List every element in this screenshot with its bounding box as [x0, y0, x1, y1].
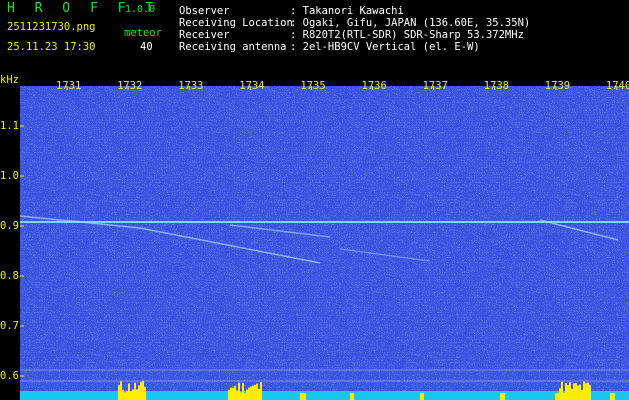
- app-version: 1.0.0: [125, 4, 156, 15]
- signal-bar: [565, 383, 567, 400]
- y-tick-label: 1.1: [0, 120, 19, 132]
- signal-bar: [232, 387, 234, 400]
- signal-bar: [300, 393, 306, 400]
- signal-bar: [136, 389, 138, 400]
- signal-bar: [420, 393, 424, 400]
- signal-bar: [124, 392, 126, 400]
- signal-bar: [250, 386, 252, 400]
- signal-bar: [585, 383, 587, 400]
- signal-bar: [561, 381, 563, 400]
- signal-bar: [252, 385, 254, 400]
- x-tick-label: 1739: [544, 80, 571, 92]
- signal-bar: [244, 393, 246, 400]
- y-tick-label: 0.9: [0, 220, 19, 232]
- signal-bar: [138, 385, 140, 400]
- x-tick-label: 1736: [361, 80, 387, 92]
- signal-bar: [120, 381, 122, 400]
- x-tick-label: 1734: [239, 80, 265, 92]
- baseline-bar: [20, 391, 629, 400]
- signal-bar: [134, 382, 136, 400]
- y-tick-label: 1.0: [0, 170, 19, 182]
- signal-bar: [234, 385, 236, 400]
- signal-bar: [254, 384, 256, 400]
- signal-bar: [238, 382, 240, 400]
- datetime: 25.11.23 17:30: [7, 41, 96, 53]
- x-tick-label: 1737: [422, 80, 448, 92]
- signal-bar: [128, 383, 130, 400]
- x-tick-label: 1731: [56, 80, 82, 92]
- signal-bar: [248, 387, 250, 400]
- signal-bar: [246, 389, 248, 400]
- signal-bar: [256, 383, 258, 400]
- signal-bar: [260, 382, 262, 400]
- signal-bar: [142, 380, 144, 400]
- meteor-count: 40: [140, 41, 153, 53]
- observer-label: Observer: [179, 5, 230, 17]
- antenna-value: : 2el-HB9CV Vertical (el. E-W): [290, 41, 480, 53]
- signal-bar: [583, 381, 585, 400]
- meteor-label: meteor: [124, 27, 162, 39]
- receiver-value: : R820T2(RTL-SDR) SDR-Sharp 53.372MHz: [290, 29, 524, 41]
- signal-bar: [589, 385, 591, 400]
- location-label: Receiving Location: [179, 17, 293, 29]
- observer-value: : Takanori Kawachi: [290, 5, 404, 17]
- receiver-label: Receiver: [179, 29, 230, 41]
- signal-bar: [573, 383, 575, 400]
- x-tick-label: 1735: [300, 80, 326, 92]
- signal-bar: [579, 384, 581, 400]
- signal-bar: [118, 384, 120, 400]
- signal-bar: [563, 392, 565, 400]
- antenna-label: Receiving antenna: [179, 41, 287, 53]
- signal-bar: [559, 388, 561, 400]
- signal-bar: [240, 392, 242, 400]
- signal-bar: [581, 389, 583, 400]
- signal-bar: [587, 382, 589, 400]
- noise-speckles: [20, 86, 629, 391]
- signal-bar: [242, 383, 244, 400]
- signal-bar: [130, 391, 132, 400]
- signal-bar: [557, 393, 559, 400]
- signal-bar: [500, 393, 505, 400]
- x-tick-label: 1740: [605, 80, 629, 92]
- y-tick-label: 0.7: [0, 320, 19, 332]
- location-value: : Ogaki, Gifu, JAPAN (136.60E, 35.35N): [290, 17, 531, 29]
- signal-bar: [567, 385, 569, 400]
- signal-bar: [571, 388, 573, 400]
- signal-bar: [122, 389, 124, 400]
- y-tick-label: 0.6: [0, 370, 19, 382]
- signal-bar: [350, 393, 354, 400]
- filename: 2511231730.png: [7, 21, 96, 33]
- signal-bar: [610, 393, 615, 400]
- y-tick-label: 0.8: [0, 270, 19, 282]
- signal-bar: [140, 382, 142, 400]
- signal-bar: [236, 390, 238, 400]
- signal-bar: [144, 386, 146, 400]
- signal-bar: [230, 387, 232, 400]
- x-tick-label: 1733: [178, 80, 204, 92]
- x-tick-label: 1738: [483, 80, 509, 92]
- y-axis-unit: kHz: [0, 74, 19, 86]
- signal-bar: [569, 382, 571, 400]
- signal-bar: [258, 388, 260, 400]
- signal-bar: [126, 390, 128, 400]
- signal-bar: [575, 382, 577, 400]
- spectrogram: [19, 86, 629, 400]
- signal-bar: [228, 389, 230, 400]
- signal-bar: [132, 389, 134, 400]
- signal-bar: [555, 393, 557, 400]
- x-tick-label: 1732: [117, 80, 143, 92]
- signal-bar: [577, 385, 579, 400]
